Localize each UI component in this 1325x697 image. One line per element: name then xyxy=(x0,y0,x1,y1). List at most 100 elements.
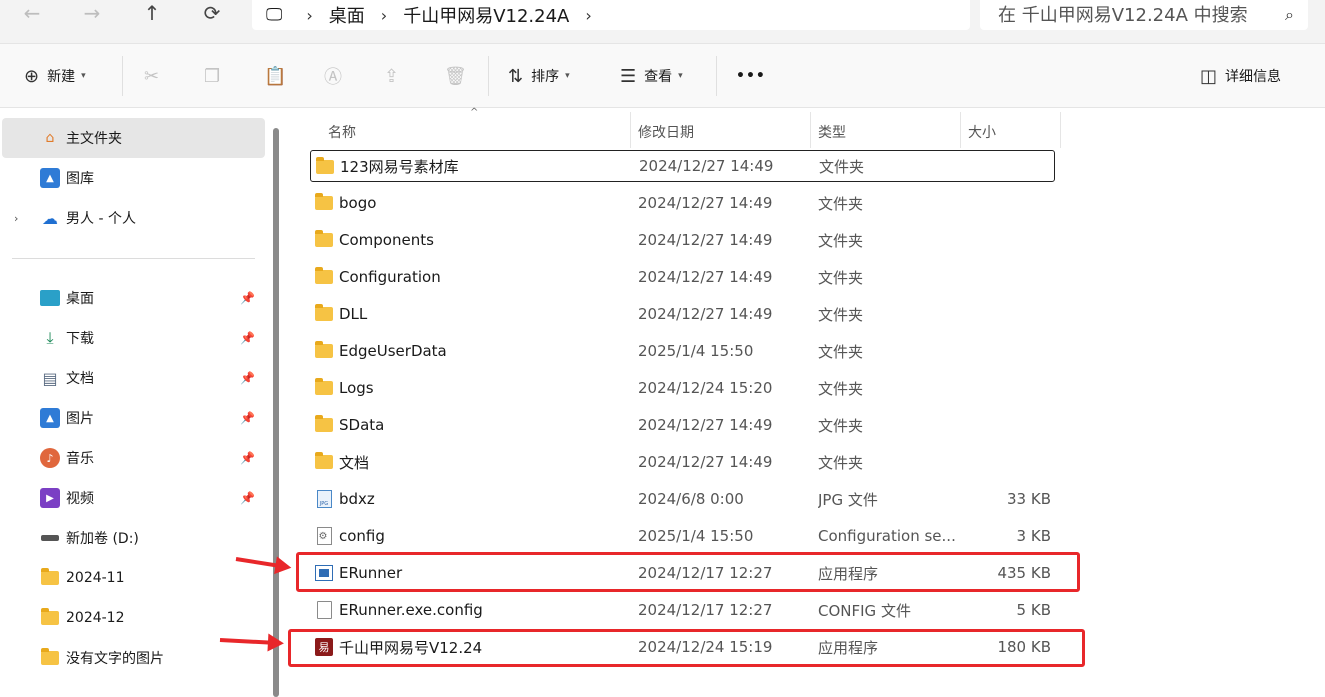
sidebar-item-label: 桌面 xyxy=(66,291,94,307)
up-arrow-icon[interactable]: ↑ xyxy=(132,0,172,26)
breadcrumb[interactable]: 🖵 › 桌面 › 千山甲网易V12.24A › xyxy=(252,0,970,30)
download-icon: ⤓ xyxy=(46,328,54,347)
file-type: JPG 文件 xyxy=(818,490,878,509)
drive-icon xyxy=(40,528,60,548)
sidebar-item-label: 2024-12 xyxy=(66,610,125,626)
cut-button[interactable]: ✂ xyxy=(144,62,167,90)
trash-icon: 🗑 xyxy=(444,65,467,87)
file-date: 2024/12/27 14:49 xyxy=(638,268,773,286)
sidebar-item-videos[interactable]: ▶ 视频 📌 xyxy=(0,478,265,518)
share-icon: ⇪ xyxy=(384,65,400,87)
rename-button[interactable]: Ⓐ xyxy=(324,62,350,90)
highlight-box-erunner xyxy=(296,552,1080,592)
column-header-date[interactable]: 修改日期 xyxy=(638,118,694,146)
file-type: 文件夹 xyxy=(818,416,864,435)
delete-button[interactable]: 🗑 xyxy=(444,62,475,90)
sidebar-item-downloads[interactable]: ⤓ 下载 📌 xyxy=(0,318,265,358)
search-box[interactable]: ⌕ xyxy=(980,0,1308,30)
folder-icon xyxy=(315,157,335,176)
file-type: 文件夹 xyxy=(818,379,864,398)
search-icon[interactable]: ⌕ xyxy=(1285,5,1294,25)
sort-button[interactable]: ⇅ 排序 ▾ xyxy=(508,62,570,90)
column-header-name[interactable]: 名称 xyxy=(328,118,356,146)
file-row[interactable]: SData 2024/12/27 14:49 文件夹 xyxy=(310,409,1055,441)
copy-button[interactable]: ❐ xyxy=(204,62,228,90)
sidebar-item-folder-2024-12[interactable]: 2024-12 xyxy=(0,598,265,638)
file-type: 文件夹 xyxy=(819,157,865,176)
pin-icon[interactable]: 📌 xyxy=(240,331,255,345)
sidebar-item-label: 男人 - 个人 xyxy=(66,211,136,227)
column-divider[interactable] xyxy=(960,112,961,148)
pin-icon[interactable]: 📌 xyxy=(240,451,255,465)
file-type: Configuration se... xyxy=(818,527,956,545)
onedrive-cloud-icon: ☁ xyxy=(42,208,58,228)
sidebar-divider xyxy=(12,258,255,259)
details-label: 详细信息 xyxy=(1225,69,1282,85)
sidebar-item-onedrive[interactable]: › ☁ 男人 - 个人 xyxy=(0,198,265,238)
pin-icon[interactable]: 📌 xyxy=(240,291,255,305)
file-row[interactable]: config 2025/1/4 15:50 Configuration se... 3… xyxy=(310,520,1055,552)
file-row[interactable]: 文档 2024/12/27 14:49 文件夹 xyxy=(310,446,1055,478)
jpg-file-icon: JPG xyxy=(314,490,334,508)
pin-icon[interactable]: 📌 xyxy=(240,371,255,385)
sidebar-item-folder-2024-11[interactable]: 2024-11 xyxy=(0,558,265,598)
file-row[interactable]: JPG bdxz 2024/6/8 0:00 JPG 文件 33 KB xyxy=(310,483,1055,515)
sidebar-item-documents[interactable]: ▤ 文档 📌 xyxy=(0,358,265,398)
file-row[interactable]: EdgeUserData 2025/1/4 15:50 文件夹 xyxy=(310,335,1055,367)
view-button[interactable]: ☰ 查看 ▾ xyxy=(620,62,683,90)
file-date: 2024/12/27 14:49 xyxy=(638,416,773,434)
file-date: 2024/12/27 14:49 xyxy=(638,453,773,471)
sidebar-item-pictures[interactable]: ▲ 图片 📌 xyxy=(0,398,265,438)
paste-button[interactable]: 📋 xyxy=(264,62,294,90)
pin-icon[interactable]: 📌 xyxy=(240,491,255,505)
breadcrumb-current-folder[interactable]: 千山甲网易V12.24A xyxy=(397,2,575,28)
column-header-size[interactable]: 大小 xyxy=(968,118,996,146)
file-row[interactable]: 123网易号素材库 2024/12/27 14:49 文件夹 xyxy=(310,150,1055,182)
file-date: 2024/12/17 12:27 xyxy=(638,601,773,619)
back-arrow-icon[interactable]: ← xyxy=(12,0,52,26)
column-divider[interactable] xyxy=(630,112,631,148)
sidebar-item-label: 图片 xyxy=(66,411,94,427)
file-row[interactable]: Components 2024/12/27 14:49 文件夹 xyxy=(310,224,1055,256)
chevron-right-icon[interactable]: › xyxy=(575,6,601,25)
search-input[interactable] xyxy=(998,4,1268,26)
computer-icon[interactable]: 🖵 xyxy=(252,5,296,25)
file-date: 2024/12/27 14:49 xyxy=(639,157,774,175)
column-header-type[interactable]: 类型 xyxy=(818,118,846,146)
sidebar-item-gallery[interactable]: ▲ 图库 xyxy=(0,158,265,198)
folder-icon xyxy=(314,415,334,434)
file-row[interactable]: ERunner.exe.config 2024/12/17 12:27 CONFIG… xyxy=(310,594,1055,626)
file-row[interactable]: DLL 2024/12/27 14:49 文件夹 xyxy=(310,298,1055,330)
forward-arrow-icon[interactable]: → xyxy=(72,0,112,26)
share-button[interactable]: ⇪ xyxy=(384,62,407,90)
more-options-button[interactable]: ••• xyxy=(736,62,766,90)
view-label: 查看 xyxy=(644,69,673,85)
breadcrumb-desktop[interactable]: 桌面 xyxy=(323,2,371,28)
folder-icon xyxy=(40,648,60,668)
file-row[interactable]: bogo 2024/12/27 14:49 文件夹 xyxy=(310,187,1055,219)
file-name: Configuration xyxy=(339,268,441,286)
pin-icon[interactable]: 📌 xyxy=(240,411,255,425)
file-row[interactable]: Logs 2024/12/24 15:20 文件夹 xyxy=(310,372,1055,404)
sidebar-item-music[interactable]: ♪ 音乐 📌 xyxy=(0,438,265,478)
file-type: 文件夹 xyxy=(818,268,864,287)
config-file-icon xyxy=(314,527,334,545)
chevron-right-icon[interactable]: › xyxy=(14,212,18,225)
clipboard-icon: 📋 xyxy=(264,65,287,87)
column-divider[interactable] xyxy=(1060,112,1061,148)
file-row[interactable]: Configuration 2024/12/27 14:49 文件夹 xyxy=(310,261,1055,293)
new-button[interactable]: ⊕ 新建 ▾ xyxy=(24,62,86,90)
sidebar-item-desktop[interactable]: 桌面 📌 xyxy=(0,278,265,318)
column-divider[interactable] xyxy=(810,112,811,148)
sidebar-item-folder-no-text-images[interactable]: 没有文字的图片 xyxy=(0,638,265,678)
sidebar-item-home[interactable]: ⌂ 主文件夹 xyxy=(2,118,265,158)
sidebar-scrollbar[interactable] xyxy=(273,128,279,697)
refresh-icon[interactable]: ⟳ xyxy=(192,0,232,26)
file-name: bdxz xyxy=(339,490,375,508)
sidebar-item-drive-d[interactable]: 新加卷 (D:) xyxy=(0,518,265,558)
sort-arrows-icon: ⇅ xyxy=(508,65,524,87)
blank-file-icon xyxy=(314,601,334,619)
sidebar-item-label: 新加卷 (D:) xyxy=(66,531,139,547)
command-bar: ⊕ 新建 ▾ ✂ ❐ 📋 Ⓐ ⇪ 🗑 ⇅ 排序 ▾ ☰ 查看 ▾ ••• ◫ 详… xyxy=(0,44,1325,108)
details-pane-button[interactable]: ◫ 详细信息 xyxy=(1200,62,1281,90)
